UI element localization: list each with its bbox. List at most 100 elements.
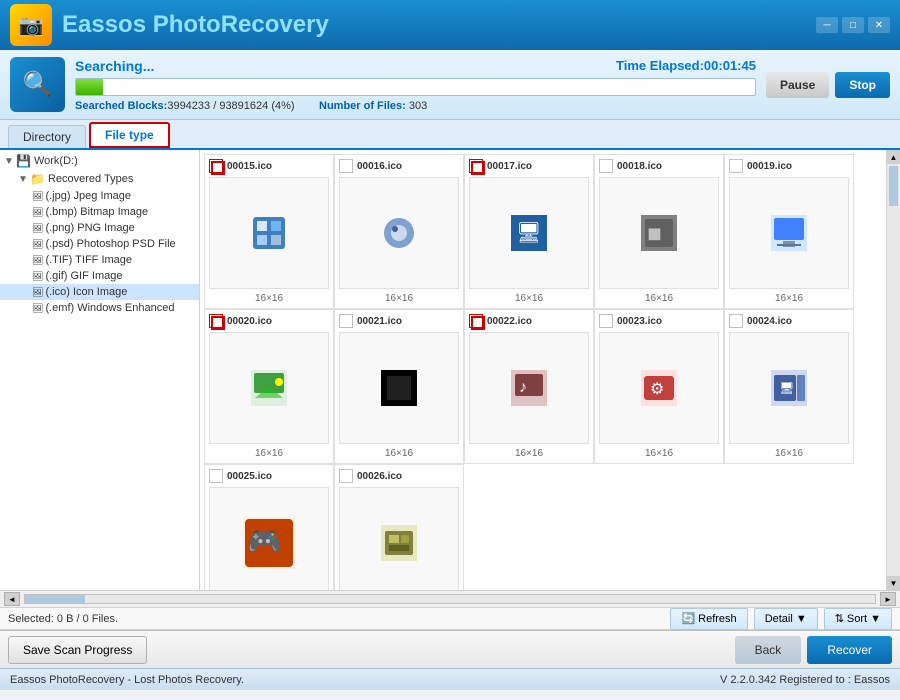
vertical-scrollbar[interactable]: ▲ ▼	[886, 150, 900, 590]
minimize-button[interactable]: ─	[816, 17, 838, 33]
sidebar-item-psd[interactable]: 🖼 (.psd) Photoshop PSD File	[0, 236, 199, 252]
expand-recovered[interactable]: ▼	[18, 174, 30, 185]
hscroll-left-button[interactable]: ◄	[4, 592, 20, 606]
footer: Eassos PhotoRecovery - Lost Photos Recov…	[0, 668, 900, 690]
sidebar-item-gif[interactable]: 🖼 (.gif) GIF Image	[0, 268, 199, 284]
titlebar: 📷 Eassos PhotoRecovery ─ □ ✕	[0, 0, 900, 50]
thumb-filename-1: 00015.ico	[227, 161, 272, 172]
thumb-preview-7	[339, 332, 459, 444]
thumb-cell-12[interactable]: 00026.ico 16×16	[334, 464, 464, 590]
sidebar: ▼ 💾 Work(D:) ▼ 📁 Recovered Types 🖼 (.jpg…	[0, 150, 200, 590]
pause-button[interactable]: Pause	[766, 72, 829, 98]
thumb-filename-5: 00019.ico	[747, 161, 792, 172]
svg-text:♪: ♪	[519, 379, 527, 396]
thumb-size-10: 16×16	[775, 448, 803, 459]
sidebar-item-jpg[interactable]: 🖼 (.jpg) Jpeg Image	[0, 188, 199, 204]
refresh-button[interactable]: 🔄 Refresh	[670, 608, 747, 630]
navigation-buttons: Back Recover	[735, 636, 892, 664]
thumb-filename-11: 00025.ico	[227, 471, 272, 482]
svg-text:🖥: 🖥	[779, 381, 794, 395]
scroll-track[interactable]	[887, 164, 900, 576]
thumb-checkbox-11[interactable]	[209, 469, 223, 483]
hscroll-right-button[interactable]: ►	[880, 592, 896, 606]
scroll-down-button[interactable]: ▼	[887, 576, 900, 590]
close-button[interactable]: ✕	[868, 17, 890, 33]
thumb-cell-9[interactable]: 00023.ico ⚙ 16×16	[594, 309, 724, 464]
thumb-preview-12	[339, 487, 459, 590]
thumb-filename-3: 00017.ico	[487, 161, 532, 172]
footer-right: V 2.2.0.342 Registered to : Eassos	[720, 674, 890, 686]
sidebar-item-emf[interactable]: 🖼 (.emf) Windows Enhanced	[0, 300, 199, 316]
sort-button[interactable]: ⇅ Sort ▼	[824, 608, 892, 630]
logo-area: 📷 Eassos PhotoRecovery	[10, 4, 329, 46]
horizontal-scrollbar[interactable]: ◄ ►	[0, 590, 900, 608]
sidebar-item-recovered-types[interactable]: ▼ 📁 Recovered Types	[0, 170, 199, 188]
hscroll-track[interactable]	[24, 594, 876, 604]
tab-directory[interactable]: Directory	[8, 125, 86, 148]
scroll-thumb[interactable]	[889, 166, 898, 206]
selection-text: Selected: 0 B / 0 Files.	[8, 613, 118, 625]
thumbnail-area[interactable]: 00015.ico 16×16 00016.ico 16×16	[200, 150, 886, 590]
selection-bar: Selected: 0 B / 0 Files. 🔄 Refresh Detai…	[0, 608, 900, 630]
stop-button[interactable]: Stop	[835, 72, 890, 98]
thumb-preview-11: 🎮	[209, 487, 329, 590]
thumb-checkbox-7[interactable]	[339, 314, 353, 328]
scroll-up-button[interactable]: ▲	[887, 150, 900, 164]
thumb-cell-8[interactable]: 00022.ico ♪ 16×16	[464, 309, 594, 464]
progress-bar-fill	[76, 79, 103, 95]
thumb-cell-6[interactable]: 00020.ico 16×16	[204, 309, 334, 464]
status-bar: 🔍 Searching... Time Elapsed:00:01:45 Sea…	[0, 50, 900, 120]
thumb-checkbox-8[interactable]	[469, 314, 483, 328]
sidebar-item-bmp[interactable]: 🖼 (.bmp) Bitmap Image	[0, 204, 199, 220]
searching-label: Searching...	[75, 58, 154, 74]
detail-dropdown-icon: ▼	[796, 613, 807, 625]
maximize-button[interactable]: □	[842, 17, 864, 33]
thumb-cell-2[interactable]: 00016.ico 16×16	[334, 154, 464, 309]
sidebar-item-ico[interactable]: 🖼 (.ico) Icon Image	[0, 284, 199, 300]
thumb-cell-10[interactable]: 00024.ico 🖥 16×16	[724, 309, 854, 464]
thumb-checkbox-5[interactable]	[729, 159, 743, 173]
app-title: Eassos PhotoRecovery	[62, 11, 329, 39]
thumb-size-4: 16×16	[645, 293, 673, 304]
thumb-filename-6: 00020.ico	[227, 316, 272, 327]
thumb-preview-9: ⚙	[599, 332, 719, 444]
thumb-cell-1[interactable]: 00015.ico 16×16	[204, 154, 334, 309]
thumb-cell-5[interactable]: 00019.ico 16×16	[724, 154, 854, 309]
thumb-checkbox-3[interactable]	[469, 159, 483, 173]
sidebar-item-tif[interactable]: 🖼 (.TIF) TIFF Image	[0, 252, 199, 268]
hscroll-thumb[interactable]	[25, 595, 85, 603]
save-scan-button[interactable]: Save Scan Progress	[8, 636, 147, 664]
thumb-checkbox-12[interactable]	[339, 469, 353, 483]
sidebar-item-png[interactable]: 🖼 (.png) PNG Image	[0, 220, 199, 236]
thumb-checkbox-10[interactable]	[729, 314, 743, 328]
detail-button[interactable]: Detail ▼	[754, 608, 818, 630]
back-button[interactable]: Back	[735, 636, 802, 664]
tab-filetype[interactable]: File type	[89, 122, 170, 148]
thumb-checkbox-2[interactable]	[339, 159, 353, 173]
thumb-size-8: 16×16	[515, 448, 543, 459]
thumb-filename-12: 00026.ico	[357, 471, 402, 482]
recover-button[interactable]: Recover	[807, 636, 892, 664]
thumb-checkbox-9[interactable]	[599, 314, 613, 328]
thumb-size-6: 16×16	[255, 448, 283, 459]
thumb-cell-3[interactable]: 00017.ico 🖥 16×16	[464, 154, 594, 309]
window-controls: ─ □ ✕	[816, 17, 890, 33]
svg-text:◼: ◼	[647, 223, 662, 243]
thumb-checkbox-6[interactable]	[209, 314, 223, 328]
progress-bar-background	[75, 78, 756, 96]
thumb-cell-11[interactable]: 00025.ico 🎮 48×48	[204, 464, 334, 590]
thumb-checkbox-4[interactable]	[599, 159, 613, 173]
svg-text:🖥: 🖥	[516, 222, 541, 244]
thumb-cell-4[interactable]: 00018.ico ◼ 16×16	[594, 154, 724, 309]
thumb-cell-7[interactable]: 00021.ico 16×16	[334, 309, 464, 464]
thumb-size-7: 16×16	[385, 448, 413, 459]
thumb-filename-8: 00022.ico	[487, 316, 532, 327]
sidebar-item-workd[interactable]: ▼ 💾 Work(D:)	[0, 152, 199, 170]
expand-workd[interactable]: ▼	[4, 156, 16, 167]
scan-buttons: Pause Stop	[766, 72, 890, 98]
thumb-checkbox-1[interactable]	[209, 159, 223, 173]
refresh-icon: 🔄	[681, 612, 695, 625]
svg-text:🎮: 🎮	[247, 526, 282, 557]
thumb-preview-10: 🖥	[729, 332, 849, 444]
thumb-size-3: 16×16	[515, 293, 543, 304]
